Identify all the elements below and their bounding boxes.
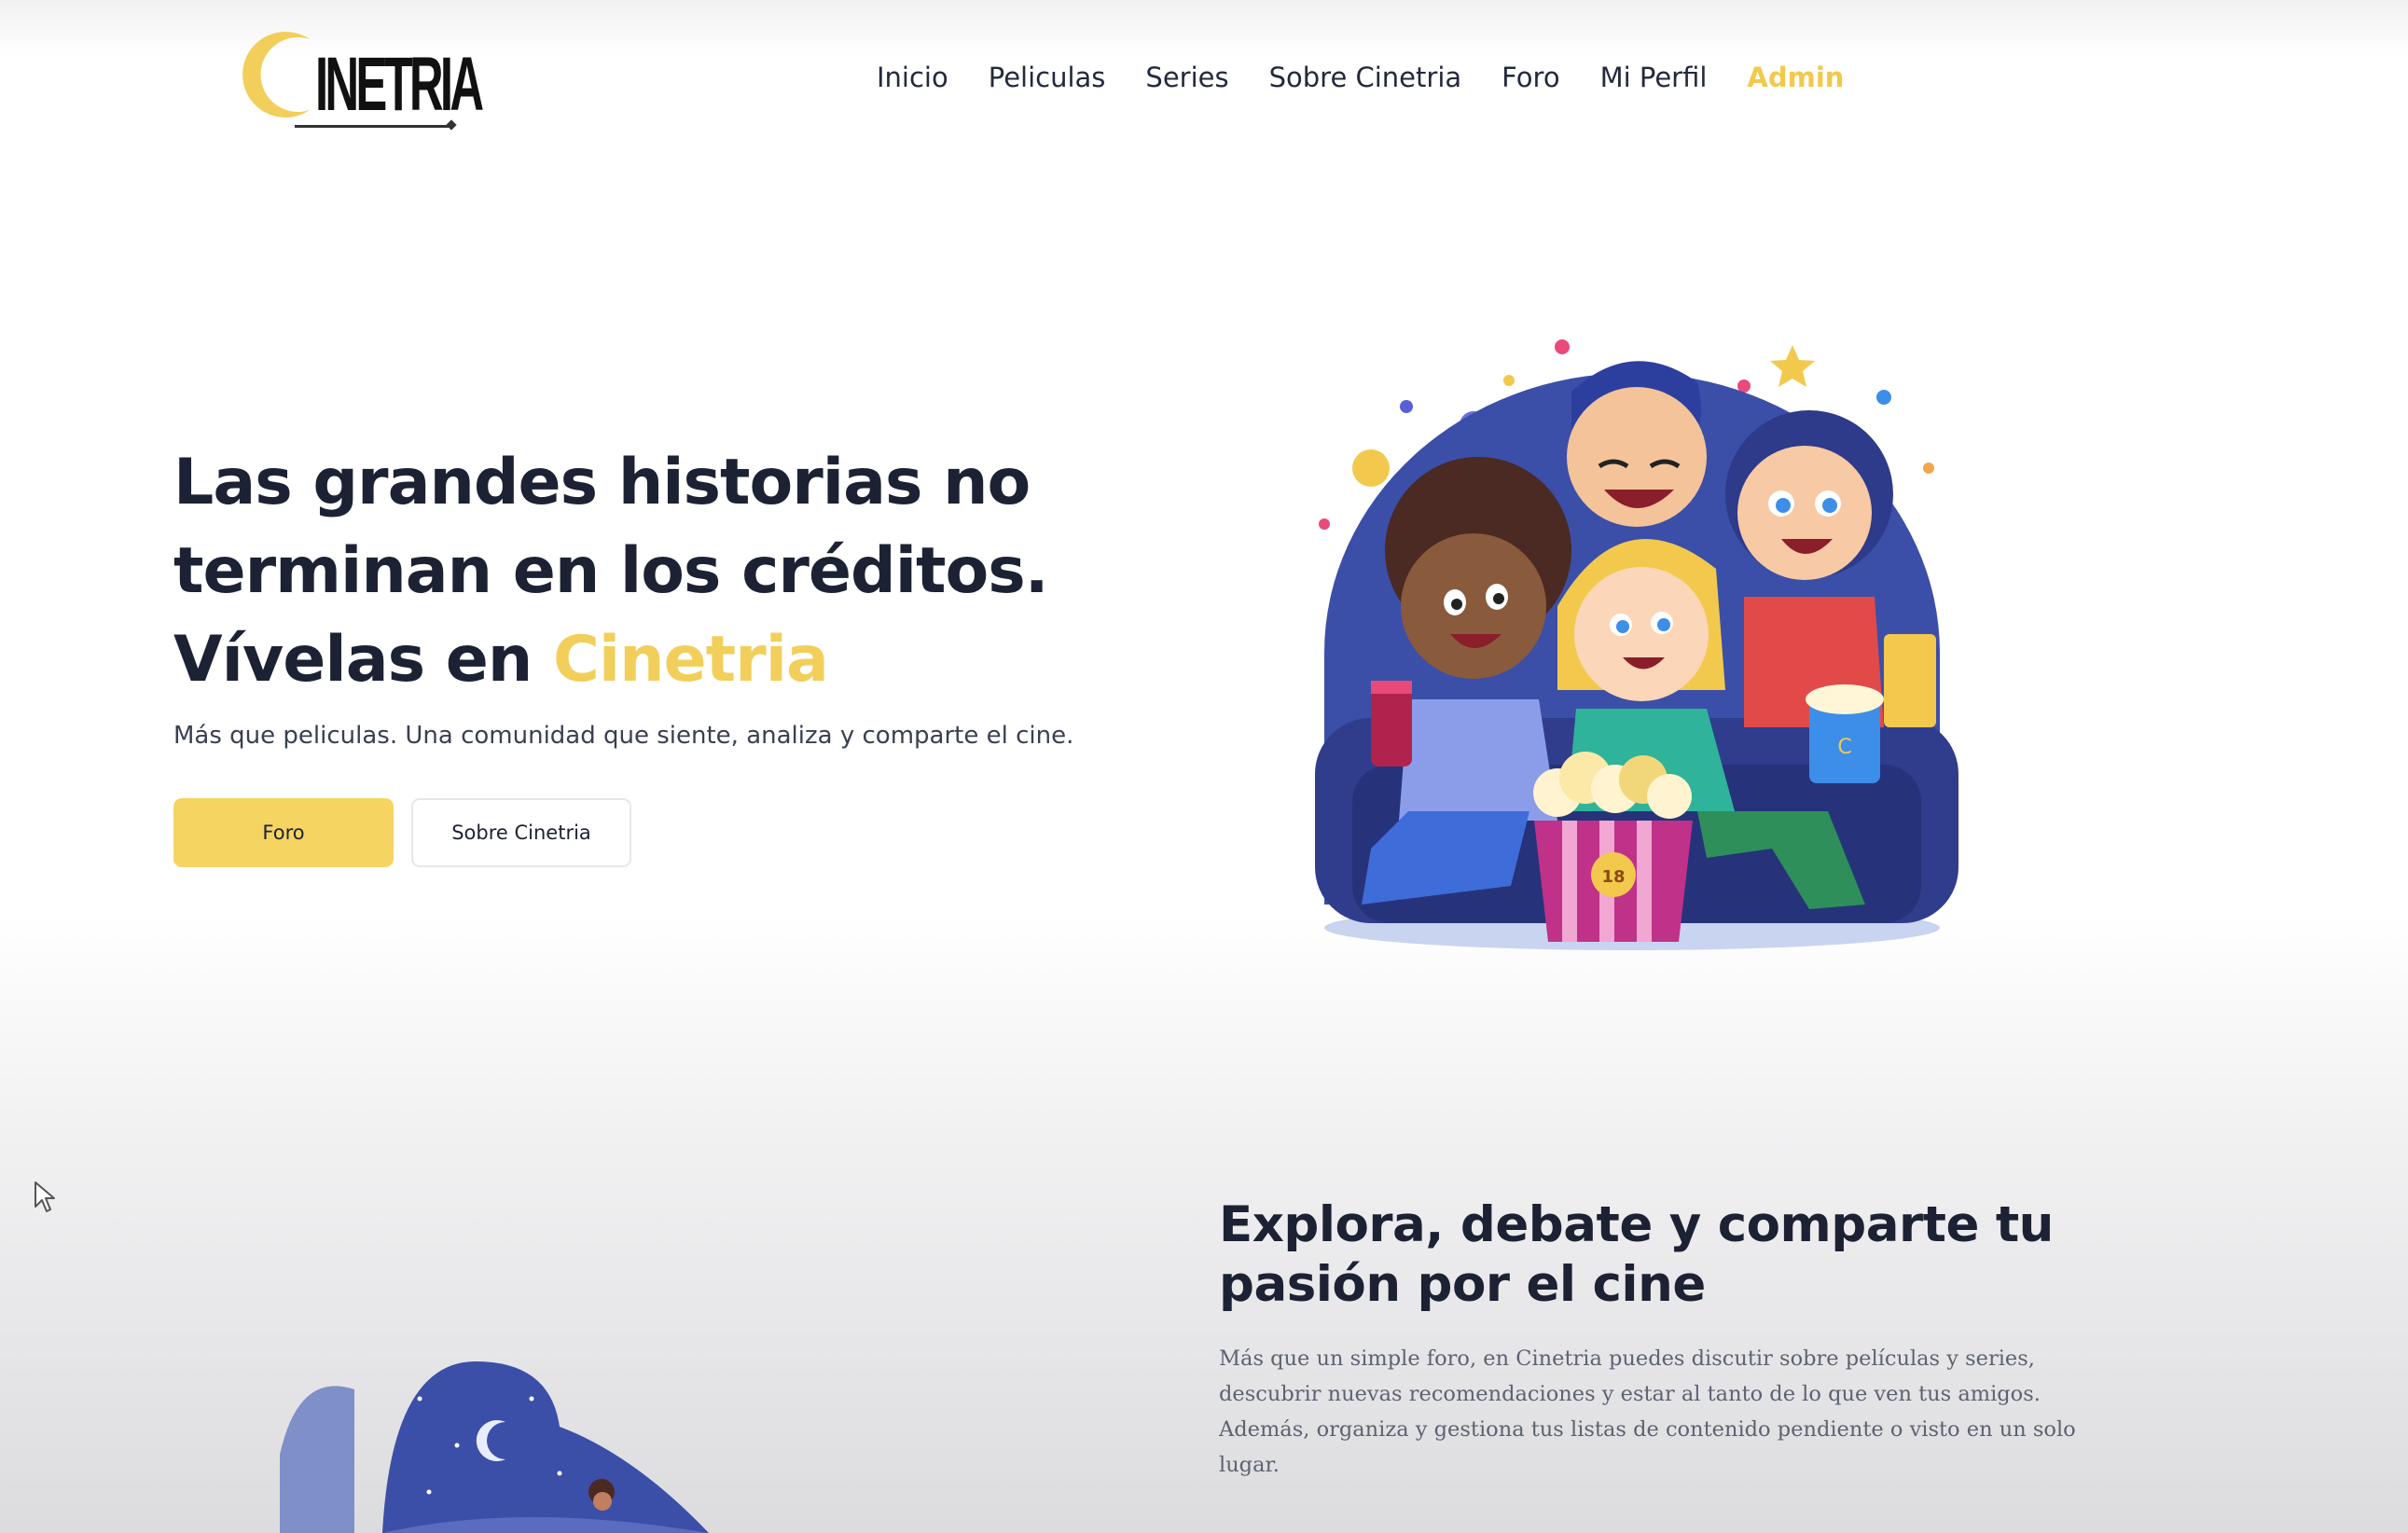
logo-underline xyxy=(295,125,450,128)
cursor-icon xyxy=(35,1181,55,1212)
main-nav: Inicio Peliculas Series Sobre Cinetria F… xyxy=(877,62,1844,93)
cup-badge: C xyxy=(1837,736,1851,759)
nav-item-mi-perfil[interactable]: Mi Perfil xyxy=(1600,62,1708,93)
nav-item-sobre-cinetria[interactable]: Sobre Cinetria xyxy=(1269,62,1462,93)
section-title: Explora, debate y comparte tu pasión por… xyxy=(1219,1196,2054,1313)
nav-item-series[interactable]: Series xyxy=(1145,62,1228,93)
hero-title-line-2: terminan en los créditos. xyxy=(173,534,1049,608)
hero-title: Las grandes historias no terminan en los… xyxy=(173,438,1106,704)
section-illustration xyxy=(280,1361,709,1533)
hero-illustration: C 18 xyxy=(1315,339,1958,950)
popcorn-badge: 18 xyxy=(1601,867,1625,887)
section-body: Más que un simple foro, en Cinetria pued… xyxy=(1219,1347,2076,1477)
brand-logo[interactable]: INETRIA xyxy=(229,24,484,134)
kid-back xyxy=(1567,361,1707,527)
hero-title-line-1: Las grandes historias no xyxy=(173,446,1031,519)
nav-item-admin[interactable]: Admin xyxy=(1747,62,1844,93)
logo-wordmark: INETRIA xyxy=(315,42,484,127)
hero-title-line-3: Vívelas en xyxy=(173,623,553,697)
nav-item-peliculas[interactable]: Peliculas xyxy=(989,62,1106,93)
nav-item-foro[interactable]: Foro xyxy=(1502,62,1559,93)
hero-title-accent: Cinetria xyxy=(552,623,829,697)
hero-subtitle: Más que peliculas. Una comunidad que sie… xyxy=(173,722,1074,750)
nav-item-inicio[interactable]: Inicio xyxy=(877,62,948,93)
star-icon xyxy=(1770,345,1815,387)
popcorn-bucket: 18 xyxy=(1533,752,1693,942)
sobre-cinetria-button[interactable]: Sobre Cinetria xyxy=(411,798,631,867)
foro-button[interactable]: Foro xyxy=(173,798,394,867)
